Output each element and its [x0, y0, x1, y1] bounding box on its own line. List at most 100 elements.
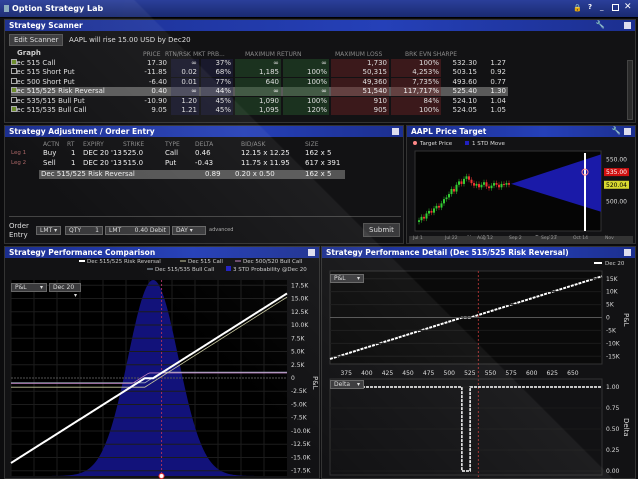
strategy-name-text: Dec 515/525 Risk Reversal — [11, 87, 105, 96]
cell-mrp: ∞ — [283, 59, 329, 68]
panel-header: Strategy Adjustment / Order Entry — [5, 126, 403, 137]
cell-mlp: 100% — [391, 106, 441, 115]
candle — [433, 208, 435, 213]
cell-rr: ∞ — [171, 59, 199, 68]
y-tick: 5K — [606, 302, 615, 309]
cell-be: 493.60 — [452, 77, 478, 86]
column-header: ACTN — [43, 141, 60, 148]
total-name: Dec 515/525 Risk Reversal — [41, 170, 135, 178]
cell-prob: 44% — [201, 87, 233, 97]
scanner-row[interactable]: Dec 515 Call 17.30 ∞ 37% ∞ ∞ 1,730 100% 532.30 1.… — [11, 59, 508, 68]
restore-icon[interactable] — [624, 22, 631, 29]
panel-header: Strategy Scanner 🔧 — [5, 20, 635, 31]
pnl-dropdown[interactable]: P&L ▾ — [330, 274, 364, 283]
y-tick: -5K — [606, 327, 617, 334]
graph-checkbox[interactable] — [11, 96, 17, 103]
target-price-legend-icon — [413, 141, 417, 145]
scanner-row[interactable]: Dec 500 Short Put -6.40 0.01 77% 640 100% 49,3… — [11, 77, 508, 87]
candle — [473, 183, 475, 186]
order-type-dropdown[interactable]: LMT ▾ — [36, 226, 62, 235]
column-header: STRIKE — [123, 141, 145, 148]
candle — [443, 199, 445, 204]
y-tick: 0.25 — [606, 447, 620, 454]
cell-sh: 0.77 — [490, 77, 506, 86]
detail-chart: 15K 10K 5K 0 -5K -10K -15K 375 400 425 450 475 500 52… — [329, 261, 630, 477]
leg-actn[interactable]: Sell — [43, 159, 56, 167]
leg-strike[interactable]: 515.0 — [123, 159, 143, 167]
leg-expiry[interactable]: DEC 20 '13 — [83, 159, 122, 167]
cell-be: 503.15 — [452, 68, 478, 77]
candle — [440, 203, 443, 208]
candle — [498, 184, 500, 188]
nav-label: Sep 23 — [541, 236, 557, 241]
graph-checkbox[interactable] — [11, 87, 17, 94]
leg-actn[interactable]: Buy — [43, 149, 56, 157]
restore-icon[interactable] — [392, 128, 399, 135]
cell-be: 525.40 — [452, 87, 478, 96]
candle — [508, 183, 510, 185]
y-tick: -10K — [606, 340, 621, 347]
x-tick: 625 — [547, 370, 559, 377]
candle — [490, 185, 493, 189]
strategy-adjustment-panel: Strategy Adjustment / Order Entry ACTN RT… — [4, 125, 404, 244]
cell-be: 524.05 — [452, 106, 478, 114]
cell-mlp: 84% — [391, 96, 441, 106]
y-tick: -17.5K — [291, 468, 312, 475]
wrench-icon[interactable]: 🔧 — [612, 126, 621, 135]
cell-sh: 1.27 — [490, 59, 506, 67]
time-in-force-dropdown[interactable]: DAY ▾ — [172, 226, 206, 235]
delta-dropdown[interactable]: Delta ▾ — [330, 380, 364, 389]
candle — [468, 176, 470, 180]
limit-price-field[interactable]: LMT 0.40 Debit — [105, 226, 170, 235]
candle — [435, 205, 438, 209]
scanner-scrollbar[interactable] — [627, 60, 633, 120]
edit-scanner-button[interactable]: Edit Scanner — [9, 34, 64, 46]
panel-title: Strategy Performance Detail (Dec 515/525… — [326, 248, 569, 257]
y-tick: 550.00 — [606, 156, 627, 163]
restore-icon[interactable] — [308, 249, 315, 256]
lock-icon[interactable]: 🔒 — [573, 4, 582, 12]
close-button[interactable]: ✕ — [624, 2, 632, 12]
leg-strike[interactable]: 525.0 — [123, 149, 143, 157]
submit-button[interactable]: Submit — [363, 223, 400, 237]
graph-checkbox[interactable] — [11, 59, 17, 65]
candle — [465, 176, 468, 179]
restore-icon[interactable] — [624, 128, 631, 135]
graph-checkbox[interactable] — [11, 106, 17, 112]
leg-delta: -0.43 — [195, 159, 214, 167]
quantity-field[interactable]: QTY 1 — [65, 226, 103, 235]
x-tick: 575 — [505, 370, 517, 377]
scanner-row[interactable]: Dec 515/525 Risk Reversal 0.40 ∞ 44% ∞ ∞ 51,54… — [11, 87, 508, 97]
leg-type: Put — [165, 159, 177, 167]
pnl-dropdown[interactable]: P&L ▾ — [11, 283, 47, 292]
candle — [448, 194, 450, 198]
maximize-button[interactable] — [612, 4, 619, 11]
leg-expiry[interactable]: DEC 20 '13 — [83, 149, 122, 157]
scanner-row[interactable]: Dec 535/515 Bull Put -10.90 1.20 45% 1,090 10… — [11, 96, 508, 106]
cell-mlp: 100% — [391, 59, 441, 68]
y-axis-label: P&L — [622, 313, 630, 327]
minimize-button[interactable]: _ — [600, 3, 604, 11]
y-tick: 12.5K — [291, 309, 309, 316]
date-dropdown[interactable]: Dec 20 ▾ — [49, 283, 81, 299]
wrench-icon[interactable]: 🔧 — [596, 20, 605, 29]
candle — [475, 183, 478, 186]
strategy-name: Dec 515 Short Put — [11, 68, 75, 77]
candle — [430, 210, 433, 213]
restore-icon[interactable] — [624, 249, 631, 256]
cell-rr: 1.20 — [171, 96, 199, 106]
column-header: BRK EVN — [405, 51, 432, 58]
tif-value: DAY — [176, 227, 188, 234]
scanner-row[interactable]: Dec 515/535 Bull Call 9.05 1.21 45% 1,095 120… — [11, 106, 508, 115]
graph-checkbox[interactable] — [11, 77, 17, 84]
scanner-row[interactable]: Dec 515 Short Put -11.85 0.02 68% 1,185 100% 5… — [11, 68, 508, 78]
cell-price: -10.90 — [144, 96, 167, 105]
column-header: TYPE — [165, 141, 180, 148]
timeline-navigator[interactable]: Jul 1 Jul 22 Aug 12 Sep 2 Sep 23 Oct 14 Nov — [409, 236, 633, 243]
advanced-button[interactable]: advanced — [209, 227, 233, 233]
cell-sh: 1.04 — [490, 96, 506, 105]
help-icon[interactable]: ? — [588, 3, 592, 11]
graph-checkbox[interactable] — [11, 68, 17, 75]
column-header: SIZE — [305, 141, 319, 148]
y-axis-label: P&L — [311, 376, 319, 390]
